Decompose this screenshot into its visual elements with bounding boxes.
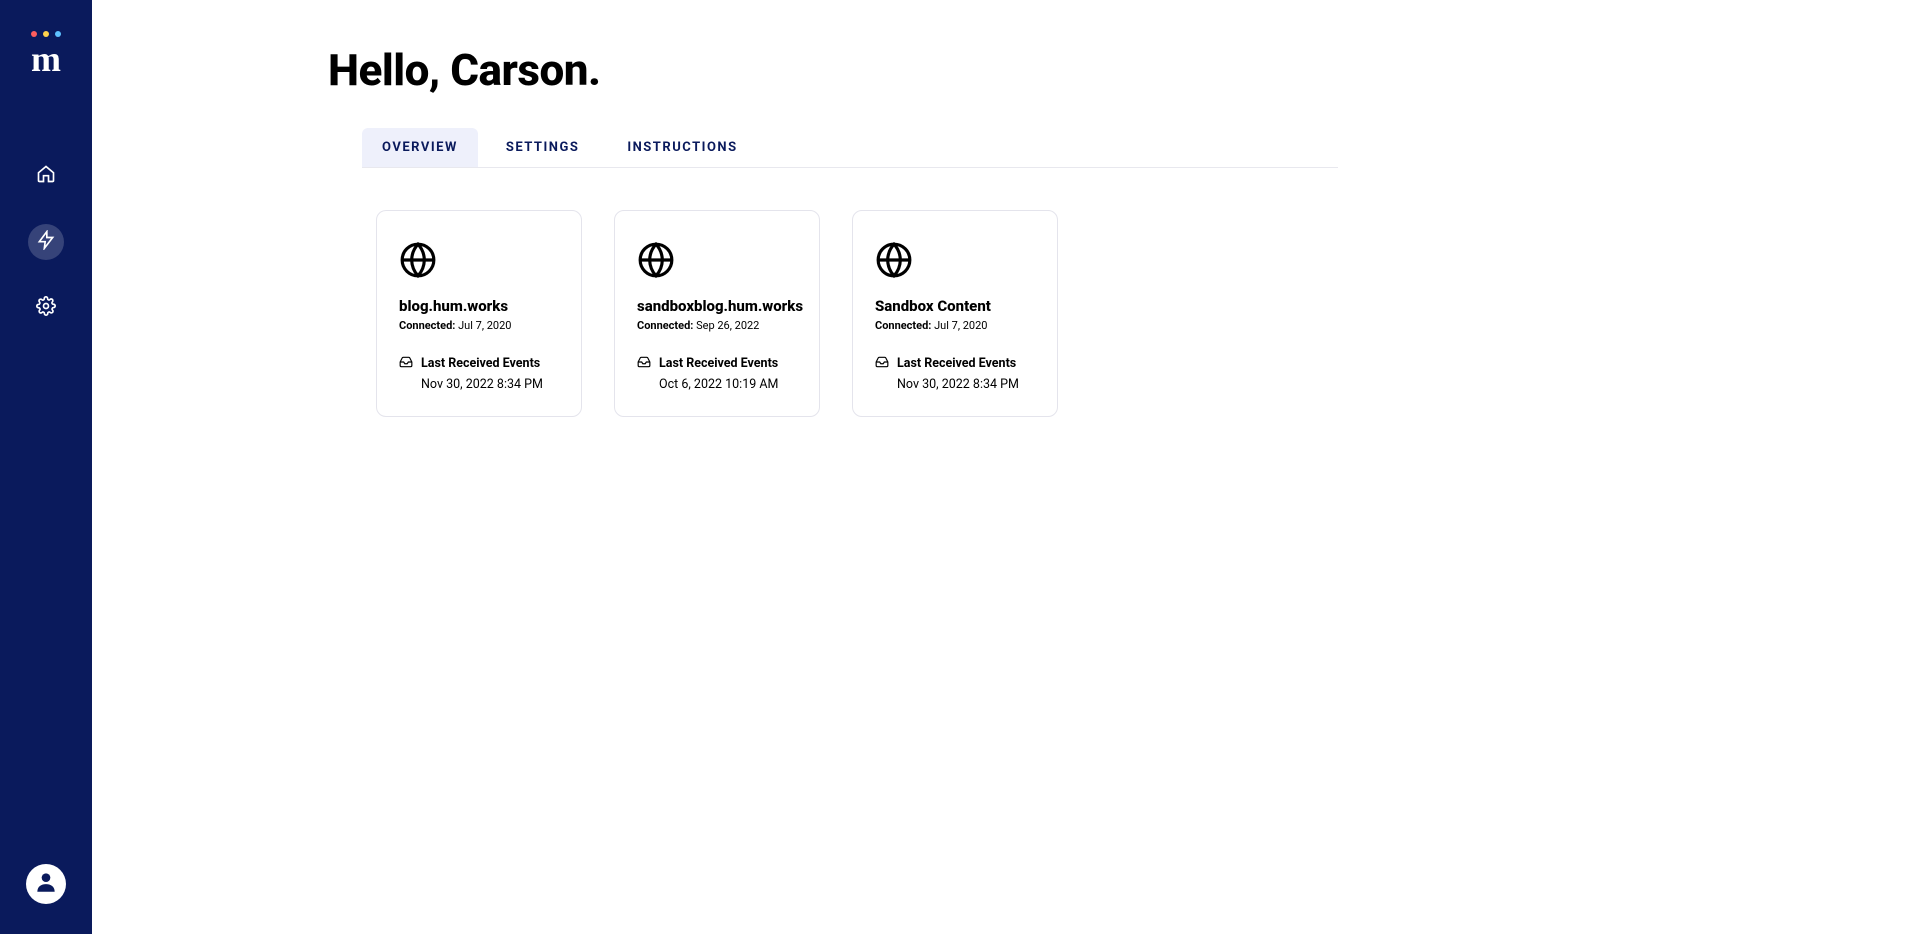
globe-icon <box>875 241 1035 283</box>
inbox-icon <box>637 354 651 373</box>
globe-icon <box>637 241 797 283</box>
home-icon <box>36 164 56 188</box>
site-card[interactable]: blog.hum.works Connected: Jul 7, 2020 La… <box>376 210 582 417</box>
cards-grid: blog.hum.works Connected: Jul 7, 2020 La… <box>376 210 1338 417</box>
events-label: Last Received Events <box>659 356 778 371</box>
sidebar: m <box>0 0 92 934</box>
events-time: Nov 30, 2022 8:34 PM <box>421 377 559 392</box>
connected-label: Connected: <box>875 319 931 332</box>
nav-activity[interactable] <box>28 224 64 260</box>
connected-date: Jul 7, 2020 <box>458 319 511 332</box>
connected-date: Sep 26, 2022 <box>696 319 759 332</box>
tab-instructions[interactable]: INSTRUCTIONS <box>607 128 757 167</box>
connected-date: Jul 7, 2020 <box>934 319 987 332</box>
nav-items <box>28 158 64 326</box>
avatar-container <box>0 864 92 904</box>
gear-icon <box>36 296 56 320</box>
card-event-row: Last Received Events <box>875 354 1035 373</box>
site-card[interactable]: sandboxblog.hum.works Connected: Sep 26,… <box>614 210 820 417</box>
page-title: Hello, Carson. <box>328 44 1338 96</box>
user-icon <box>33 869 59 899</box>
main-content: Hello, Carson. OVERVIEW SETTINGS INSTRUC… <box>92 0 1916 417</box>
logo-letter: m <box>31 41 61 77</box>
card-connected: Connected: Sep 26, 2022 <box>637 319 797 332</box>
events-label: Last Received Events <box>421 356 540 371</box>
events-label: Last Received Events <box>897 356 1016 371</box>
inbox-icon <box>875 354 889 373</box>
globe-icon <box>399 241 559 283</box>
card-event-row: Last Received Events <box>637 354 797 373</box>
nav-home[interactable] <box>28 158 64 194</box>
lightning-icon <box>36 230 56 254</box>
nav-settings[interactable] <box>28 290 64 326</box>
logo-dots <box>31 31 61 37</box>
connected-label: Connected: <box>399 319 455 332</box>
events-time: Oct 6, 2022 10:19 AM <box>659 377 797 392</box>
logo-dot-blue <box>55 31 61 37</box>
connected-label: Connected: <box>637 319 693 332</box>
tab-overview[interactable]: OVERVIEW <box>362 128 478 167</box>
events-time: Nov 30, 2022 8:34 PM <box>897 377 1035 392</box>
logo-dot-yellow <box>43 31 49 37</box>
card-connected: Connected: Jul 7, 2020 <box>875 319 1035 332</box>
inbox-icon <box>399 354 413 373</box>
card-event-row: Last Received Events <box>399 354 559 373</box>
card-title: blog.hum.works <box>399 297 559 315</box>
tabs: OVERVIEW SETTINGS INSTRUCTIONS <box>362 128 1338 168</box>
site-card[interactable]: Sandbox Content Connected: Jul 7, 2020 L… <box>852 210 1058 417</box>
card-title: sandboxblog.hum.works <box>637 297 797 315</box>
tab-settings[interactable]: SETTINGS <box>486 128 600 167</box>
logo[interactable]: m <box>22 30 70 78</box>
card-title: Sandbox Content <box>875 297 1035 315</box>
user-avatar[interactable] <box>26 864 66 904</box>
logo-dot-red <box>31 31 37 37</box>
content-wrapper: Hello, Carson. OVERVIEW SETTINGS INSTRUC… <box>328 44 1338 417</box>
card-connected: Connected: Jul 7, 2020 <box>399 319 559 332</box>
